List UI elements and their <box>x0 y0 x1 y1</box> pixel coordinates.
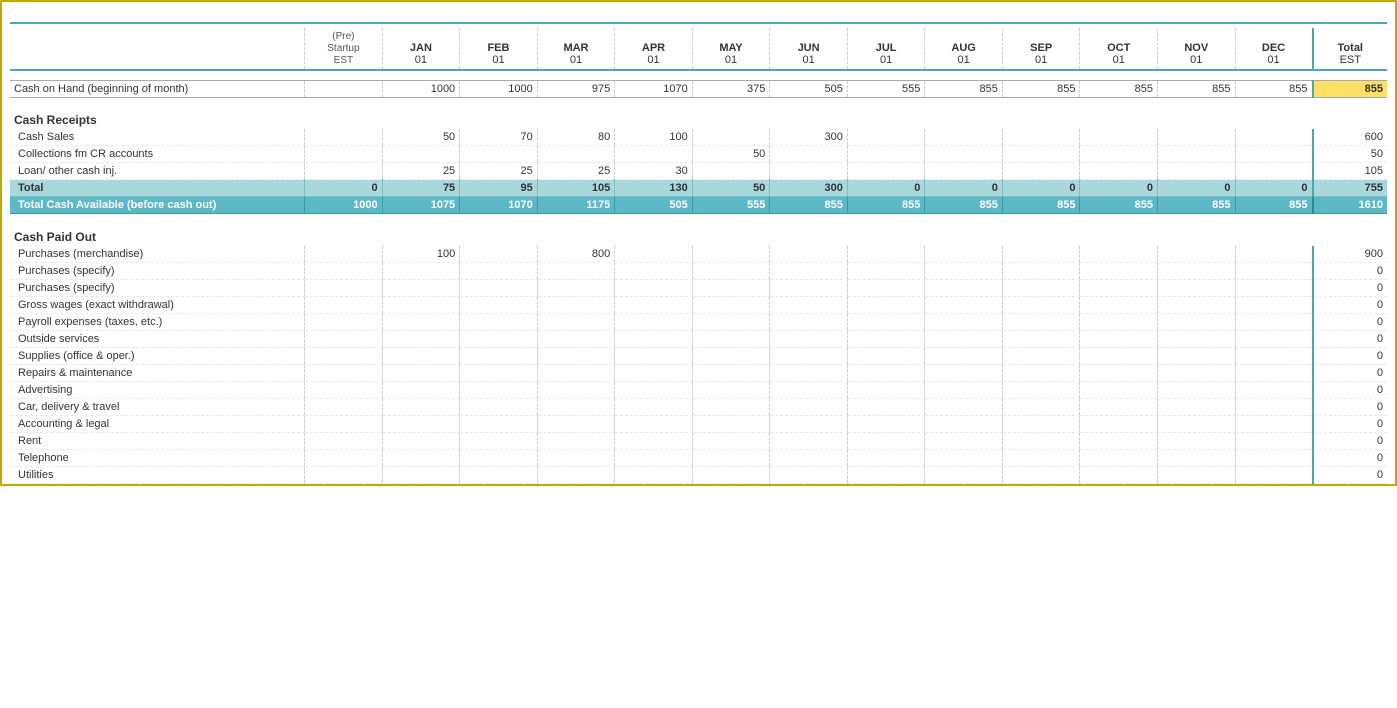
table-row: Supplies (office & oper.)0 <box>10 347 1387 364</box>
col-dec: DEC01 <box>1235 28 1313 70</box>
spacer-row <box>10 97 1387 107</box>
col-jul: JUL01 <box>847 28 925 70</box>
col-nov: NOV01 <box>1157 28 1235 70</box>
table-row: Utilities0 <box>10 466 1387 483</box>
col-total: TotalEST <box>1313 28 1387 70</box>
spacer-row <box>10 214 1387 224</box>
table-row: Purchases (merchandise)100800900 <box>10 246 1387 263</box>
table-row: Loan/ other cash inj.25252530105 <box>10 163 1387 180</box>
col-sep: SEP01 <box>1002 28 1080 70</box>
col-startup: (Pre)StartupEST <box>305 28 383 70</box>
table-row: Total0759510513050300000000755 <box>10 180 1387 197</box>
table-row: Advertising0 <box>10 381 1387 398</box>
section-header: Cash Paid Out <box>10 224 1387 246</box>
cash-flow-table: (Pre)StartupEST JAN01 FEB01 MAR01 APR01 … <box>10 28 1387 484</box>
table-row: Outside services0 <box>10 330 1387 347</box>
table-row: Car, delivery & travel0 <box>10 398 1387 415</box>
col-may: MAY01 <box>692 28 770 70</box>
col-jun: JUN01 <box>770 28 848 70</box>
table-row: Telephone0 <box>10 449 1387 466</box>
table-row: Purchases (specify)0 <box>10 262 1387 279</box>
table-row: Purchases (specify)0 <box>10 279 1387 296</box>
col-mar: MAR01 <box>537 28 615 70</box>
table-row: Cash Sales507080100300600 <box>10 129 1387 146</box>
table-row: Payroll expenses (taxes, etc.)0 <box>10 313 1387 330</box>
col-aug: AUG01 <box>925 28 1003 70</box>
fiscal-header <box>10 28 305 70</box>
spacer-row <box>10 70 1387 80</box>
table-row: Collections fm CR accounts5050 <box>10 146 1387 163</box>
table-row: Total Cash Available (before cash out)10… <box>10 197 1387 214</box>
cash-on-hand-row: Cash on Hand (beginning of month)1000100… <box>10 80 1387 97</box>
table-row: Repairs & maintenance0 <box>10 364 1387 381</box>
col-oct: OCT01 <box>1080 28 1158 70</box>
title-bar <box>10 10 1387 24</box>
col-apr: APR01 <box>615 28 693 70</box>
col-jan: JAN01 <box>382 28 460 70</box>
col-feb: FEB01 <box>460 28 538 70</box>
column-header-row: (Pre)StartupEST JAN01 FEB01 MAR01 APR01 … <box>10 28 1387 70</box>
table-row: Rent0 <box>10 432 1387 449</box>
section-header: Cash Receipts <box>10 107 1387 129</box>
table-row: Accounting & legal0 <box>10 415 1387 432</box>
table-row: Gross wages (exact withdrawal)0 <box>10 296 1387 313</box>
